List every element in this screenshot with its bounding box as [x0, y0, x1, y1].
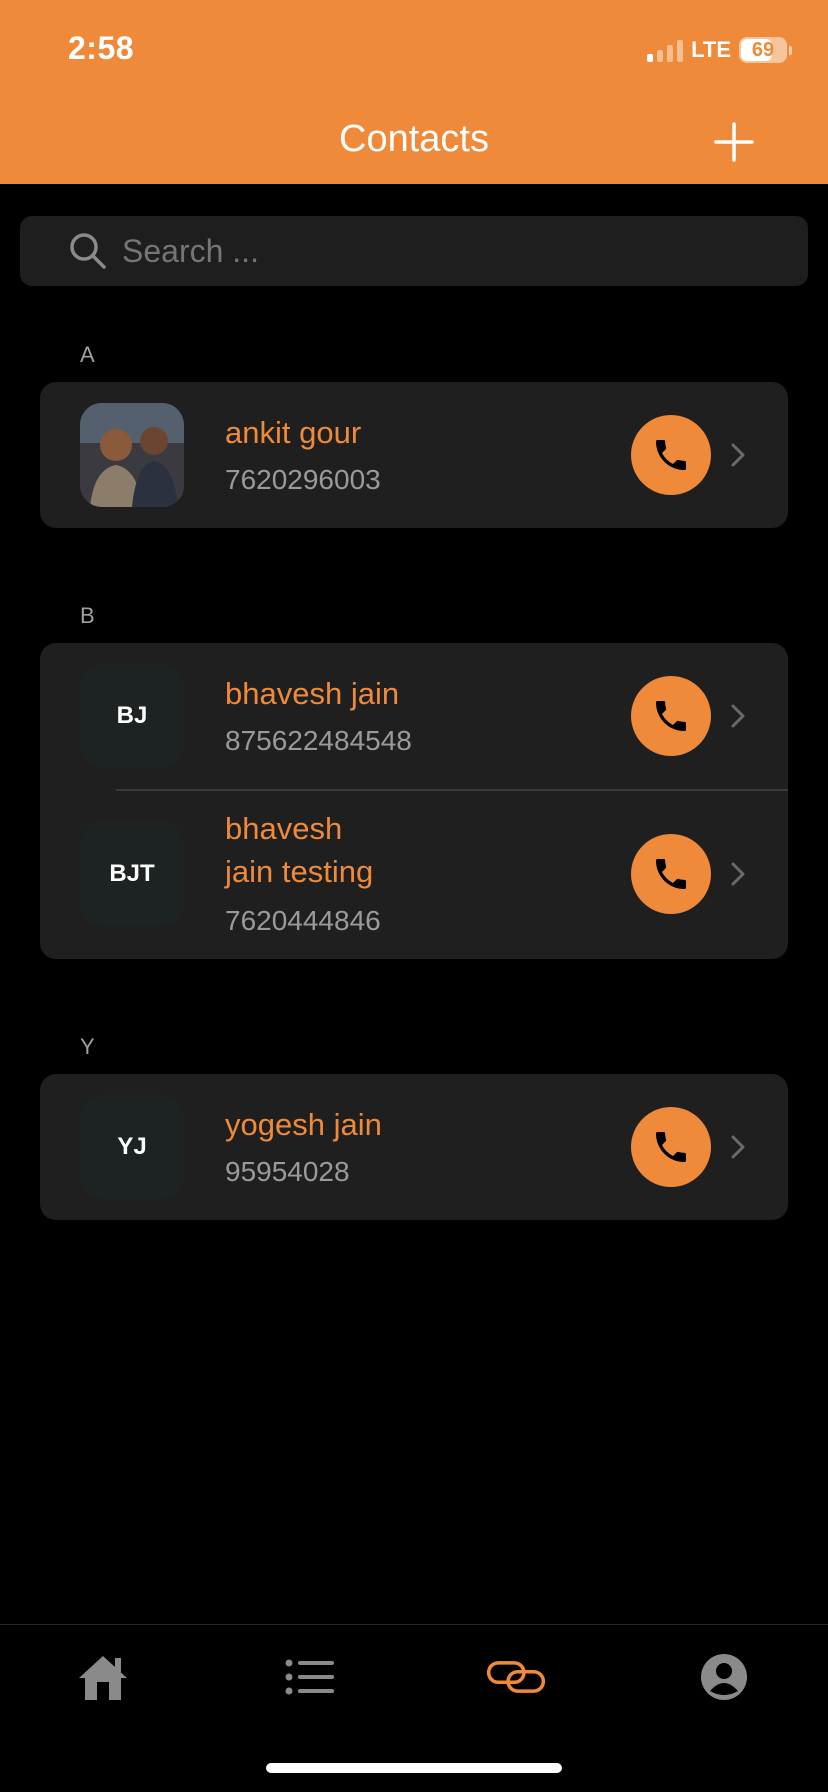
tab-links[interactable] — [486, 1649, 546, 1705]
contact-phone: 7620444846 — [225, 905, 381, 936]
call-button[interactable] — [631, 415, 711, 495]
contact-row[interactable]: BJT bhavesh jain testing 7620444846 — [40, 789, 788, 959]
tab-profile[interactable] — [694, 1649, 754, 1705]
phone-icon — [656, 1132, 686, 1162]
search-bar[interactable] — [20, 216, 808, 286]
page-title: Contacts — [339, 118, 489, 160]
status-time: 2:58 — [68, 30, 135, 66]
contact-phone: 95954028 — [225, 1156, 350, 1187]
profile-icon — [701, 1654, 747, 1700]
phone-icon — [656, 440, 686, 470]
search-input[interactable] — [122, 232, 682, 270]
tab-list[interactable] — [280, 1649, 340, 1705]
plus-icon[interactable] — [712, 120, 756, 164]
search-icon — [70, 233, 106, 269]
home-icon — [79, 1656, 127, 1700]
section-header-y: Y — [80, 1034, 95, 1059]
avatar — [80, 403, 184, 507]
contact-name-line1: bhavesh — [225, 811, 343, 846]
contact-row[interactable]: YJ yogesh jain 95954028 — [40, 1074, 788, 1220]
battery-nub — [789, 45, 792, 55]
contact-row[interactable]: BJ bhavesh jain 875622484548 — [40, 643, 788, 789]
network-type: LTE — [691, 37, 731, 62]
tab-home[interactable] — [73, 1649, 133, 1705]
contact-card-a: ankit gour 7620296003 — [40, 382, 788, 528]
contact-phone: 875622484548 — [225, 725, 412, 756]
chevron-right-icon — [731, 443, 745, 467]
contact-card-b: BJ bhavesh jain 875622484548 BJT bhavesh… — [40, 643, 788, 959]
contact-name: yogesh jain — [225, 1107, 382, 1142]
phone-icon — [656, 859, 686, 889]
contact-name-line2: jain testing — [225, 854, 374, 889]
call-button[interactable] — [631, 1107, 711, 1187]
contact-row[interactable]: ankit gour 7620296003 — [40, 382, 788, 528]
chevron-right-icon — [731, 704, 745, 728]
avatar: YJ — [80, 1095, 184, 1199]
chevron-right-icon — [731, 1135, 745, 1159]
chevron-right-icon — [731, 862, 745, 886]
battery-icon: 69 — [739, 37, 787, 63]
call-button[interactable] — [631, 834, 711, 914]
contact-phone: 7620296003 — [225, 464, 381, 495]
row-divider — [116, 789, 788, 791]
signal-icon — [647, 38, 684, 62]
section-header-b: B — [80, 603, 95, 628]
list-icon — [285, 1659, 334, 1695]
contact-name: ankit gour — [225, 415, 362, 450]
status-indicators: LTE 69 — [647, 36, 792, 64]
call-button[interactable] — [631, 676, 711, 756]
header-bar: 2:58 LTE 69 Contacts — [0, 0, 828, 184]
home-indicator — [266, 1763, 562, 1773]
avatar: BJT — [80, 822, 184, 926]
link-icon — [486, 1661, 546, 1693]
phone-icon — [656, 701, 686, 731]
avatar: BJ — [80, 664, 184, 768]
contact-card-y: YJ yogesh jain 95954028 — [40, 1074, 788, 1220]
battery-level: 69 — [751, 38, 775, 61]
contact-name: bhavesh jain — [225, 676, 400, 711]
section-header-a: A — [80, 342, 95, 367]
